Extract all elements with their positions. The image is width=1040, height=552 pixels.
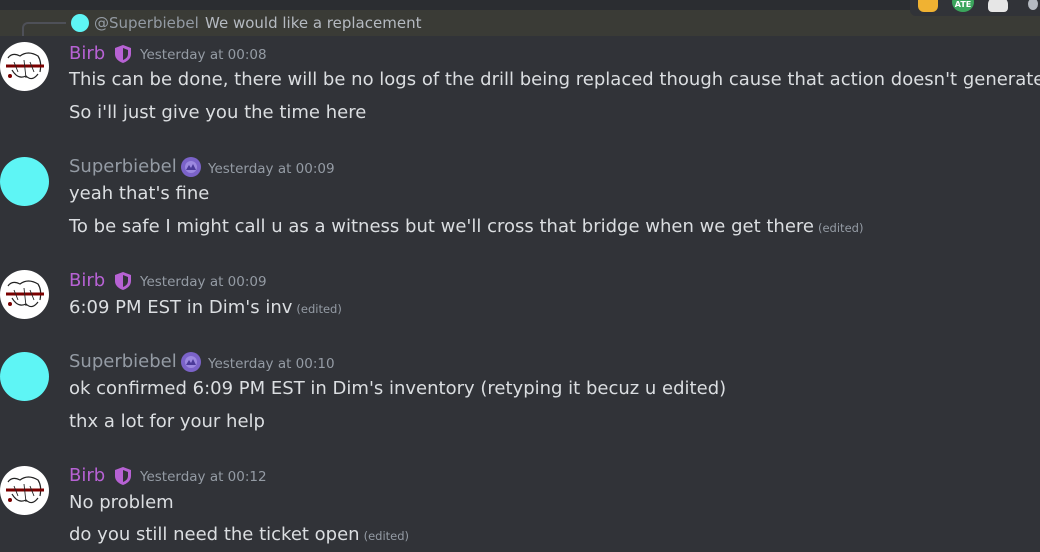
reply-text[interactable]: We would like a replacement [205, 14, 421, 32]
author-name[interactable]: Superbiebel [69, 351, 177, 373]
message-text: No problem [69, 492, 174, 513]
message-text: 6:09 PM EST in Dim's inv [69, 297, 293, 318]
guild-badge-icon[interactable] [180, 351, 202, 373]
shield-icon[interactable] [112, 43, 134, 65]
message-text: This can be done, there will be no logs … [69, 69, 1040, 90]
message-text: thx a lot for your help [69, 411, 265, 432]
thumbs-up-icon[interactable] [918, 0, 938, 12]
avatar-birb[interactable] [0, 270, 49, 319]
edited-label[interactable]: (edited) [364, 529, 409, 543]
reply-spine [22, 22, 66, 36]
timestamp[interactable]: Yesterday at 00:12 [140, 469, 267, 485]
top-strip [0, 0, 1040, 10]
author-name[interactable]: Superbiebel [69, 156, 177, 178]
ate-emoji-icon[interactable]: ATE [952, 0, 974, 12]
message-text: yeah that's fine [69, 183, 210, 204]
birb-avatar-art [6, 52, 44, 80]
message-text: do you still need the ticket open [69, 524, 360, 545]
message-line: yeah that's fine [69, 182, 209, 206]
timestamp[interactable]: Yesterday at 00:09 [208, 161, 335, 177]
message-text: ok confirmed 6:09 PM EST in Dim's invent… [69, 378, 727, 399]
avatar-superbiebel[interactable] [0, 157, 49, 206]
message-line: This can be done, there will be no logs … [69, 68, 1040, 92]
message-text: To be safe I might call u as a witness b… [69, 216, 814, 237]
guild-badge-icon[interactable] [180, 156, 202, 178]
author-name[interactable]: Birb [69, 270, 105, 292]
message-line: ok confirmed 6:09 PM EST in Dim's invent… [69, 377, 726, 401]
birb-avatar-art [6, 280, 44, 308]
message-line: thx a lot for your help [69, 410, 265, 434]
reply-author[interactable]: @Superbiebel [94, 14, 199, 32]
more-icon[interactable] [1028, 0, 1038, 10]
message-text: So i'll just give you the time here [69, 102, 367, 123]
message-line: To be safe I might call u as a witness b… [69, 215, 863, 240]
message-hover-toolbar: ATE [910, 0, 1040, 16]
avatar-birb[interactable] [0, 466, 49, 515]
shield-icon[interactable] [112, 465, 134, 487]
message-line: No problem [69, 491, 174, 515]
author-name[interactable]: Birb [69, 43, 105, 65]
timestamp[interactable]: Yesterday at 00:10 [208, 356, 335, 372]
reply-avatar[interactable] [71, 14, 89, 32]
avatar-superbiebel[interactable] [0, 352, 49, 401]
birb-avatar-art [6, 476, 44, 504]
edited-label[interactable]: (edited) [296, 302, 341, 316]
message-line: do you still need the ticket open (edited… [69, 523, 409, 548]
skull-icon[interactable] [988, 0, 1008, 12]
shield-icon[interactable] [112, 270, 134, 292]
timestamp[interactable]: Yesterday at 00:09 [140, 274, 267, 290]
message-line: So i'll just give you the time here [69, 101, 366, 125]
timestamp[interactable]: Yesterday at 00:08 [140, 47, 267, 63]
chat-view: ATE @Superbiebel We would like a replace… [0, 0, 1040, 552]
message-line: 6:09 PM EST in Dim's inv (edited) [69, 296, 342, 321]
author-name[interactable]: Birb [69, 465, 105, 487]
avatar-birb[interactable] [0, 42, 49, 91]
edited-label[interactable]: (edited) [818, 221, 863, 235]
